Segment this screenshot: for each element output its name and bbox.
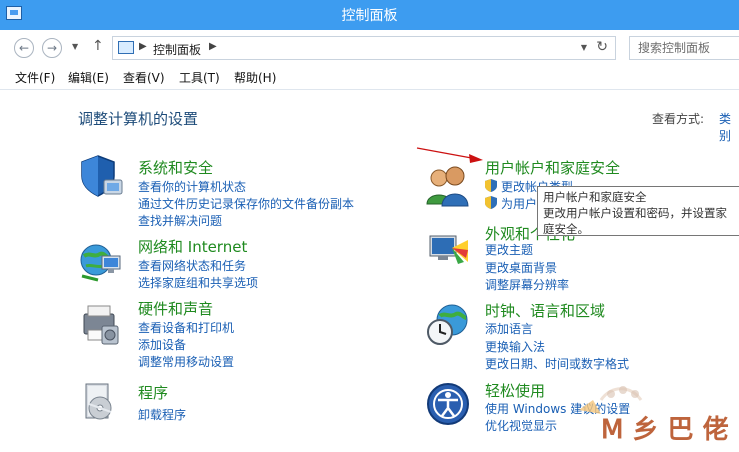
menu-file[interactable]: 文件(F) (15, 69, 55, 86)
uac-shield-icon (485, 196, 497, 209)
svg-text:ꓟ 乡 巴 佬: ꓟ 乡 巴 佬 (601, 415, 729, 445)
refresh-icon[interactable]: ↻ (596, 39, 608, 55)
breadcrumb-control-panel[interactable]: 控制面板 (153, 41, 201, 58)
tooltip-description: 更改用户帐户设置和密码，并设置家 (543, 206, 727, 220)
clock-globe-icon[interactable] (424, 300, 472, 348)
category-clock-language-region[interactable]: 时钟、语言和区域 (485, 300, 605, 321)
link-add-language[interactable]: 添加语言 (485, 320, 533, 337)
breadcrumb-separator-icon[interactable]: ▶ (209, 41, 217, 52)
link-screen-resolution[interactable]: 调整屏幕分辨率 (485, 276, 569, 293)
tooltip-description-cont: 庭安全。 (543, 222, 589, 236)
search-input[interactable] (630, 37, 739, 59)
navigation-bar: ← → ▼ ↑ ▶ 控制面板 ▶ ▼ ↻ (0, 30, 739, 64)
link-view-computer-status[interactable]: 查看你的计算机状态 (138, 178, 246, 195)
search-box[interactable] (629, 36, 739, 60)
category-hardware-sound[interactable]: 硬件和声音 (138, 298, 213, 319)
breadcrumb-separator-icon[interactable]: ▶ (139, 41, 147, 52)
main-content: 调整计算机的设置 查看方式: 类别 系统和安全 查看你的计算机状态 通过文件历史… (0, 90, 739, 452)
recent-locations-chevron-icon[interactable]: ▼ (72, 42, 78, 51)
category-user-accounts[interactable]: 用户帐户和家庭安全 (485, 157, 620, 178)
link-optimize-visual-display[interactable]: 优化视觉显示 (485, 417, 557, 434)
control-panel-icon (118, 41, 134, 54)
link-uninstall-program[interactable]: 卸载程序 (138, 406, 186, 423)
link-date-time-format[interactable]: 更改日期、时间或数字格式 (485, 355, 629, 372)
back-arrow-icon[interactable]: ← (14, 38, 34, 58)
link-file-history-backup[interactable]: 通过文件历史记录保存你的文件备份副本 (138, 195, 354, 212)
menu-bar: 文件(F) 编辑(E) 查看(V) 工具(T) 帮助(H) (0, 64, 739, 90)
menu-tools[interactable]: 工具(T) (179, 69, 220, 86)
network-globe-icon[interactable] (76, 238, 124, 286)
view-by-dropdown[interactable]: 类别 (719, 110, 739, 144)
tooltip: 用户帐户和家庭安全 更改用户帐户设置和密码，并设置家 庭安全。 (537, 186, 739, 236)
link-mobility-settings[interactable]: 调整常用移动设置 (138, 353, 234, 370)
address-bar[interactable]: ▶ 控制面板 ▶ ▼ ↻ (112, 36, 616, 60)
uac-shield-icon (485, 179, 497, 192)
printer-icon[interactable] (76, 300, 124, 348)
menu-help[interactable]: 帮助(H) (234, 69, 276, 86)
page-heading: 调整计算机的设置 (78, 110, 199, 128)
link-add-device[interactable]: 添加设备 (138, 336, 186, 353)
forward-arrow-icon[interactable]: → (42, 38, 62, 58)
category-system-security[interactable]: 系统和安全 (138, 157, 213, 178)
address-dropdown-chevron-icon[interactable]: ▼ (581, 43, 587, 52)
link-change-theme[interactable]: 更改主题 (485, 241, 533, 258)
up-arrow-icon[interactable]: ↑ (92, 38, 104, 54)
program-box-icon[interactable] (76, 378, 124, 426)
link-change-input-method[interactable]: 更换输入法 (485, 338, 545, 355)
link-desktop-background[interactable]: 更改桌面背景 (485, 259, 557, 276)
category-network-internet[interactable]: 网络和 Internet (138, 236, 247, 257)
menu-edit[interactable]: 编辑(E) (68, 69, 109, 86)
site-watermark-logo: ꓟ 乡 巴 佬 (579, 386, 729, 445)
link-network-status-tasks[interactable]: 查看网络状态和任务 (138, 257, 246, 274)
category-ease-of-access[interactable]: 轻松使用 (485, 380, 545, 401)
title-bar: 控制面板 (0, 0, 739, 30)
tooltip-title: 用户帐户和家庭安全 (543, 190, 647, 204)
users-icon[interactable] (424, 162, 472, 210)
view-by-label: 查看方式: (652, 112, 705, 126)
link-devices-printers[interactable]: 查看设备和打印机 (138, 319, 234, 336)
link-find-fix-problems[interactable]: 查找并解决问题 (138, 212, 222, 229)
ease-of-access-icon[interactable] (424, 380, 472, 428)
menu-view[interactable]: 查看(V) (123, 69, 165, 86)
shield-icon[interactable] (76, 152, 124, 200)
paint-palette-icon[interactable] (424, 226, 472, 274)
window-title: 控制面板 (341, 8, 398, 24)
link-homegroup-sharing[interactable]: 选择家庭组和共享选项 (138, 274, 258, 291)
category-programs[interactable]: 程序 (138, 382, 168, 403)
